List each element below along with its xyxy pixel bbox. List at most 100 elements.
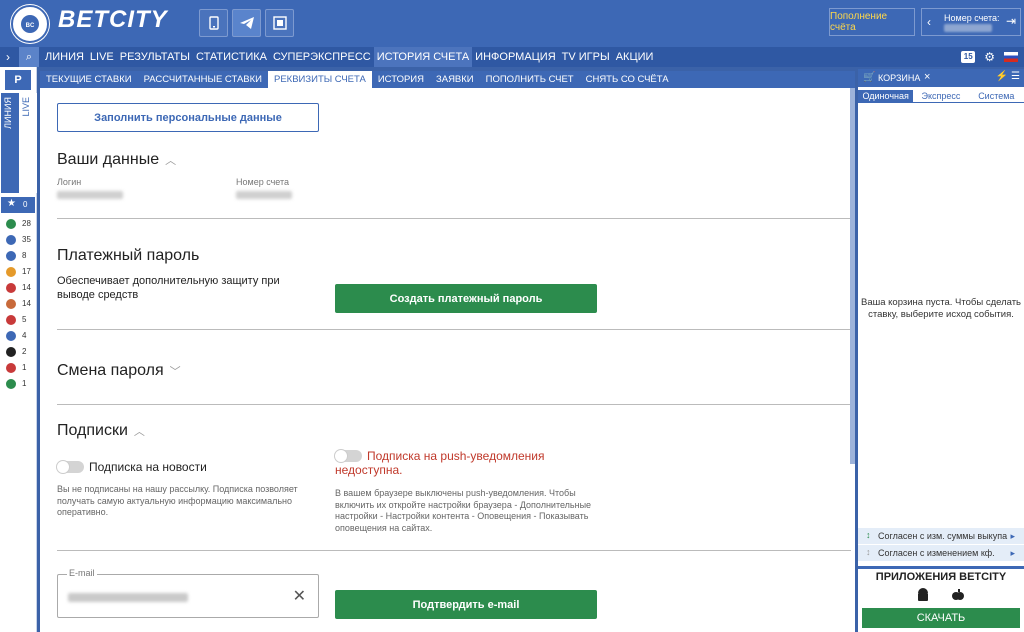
change-password-heading[interactable]: Смена пароля ﹀ (57, 362, 181, 380)
favorites-count: 0 (23, 200, 28, 209)
nav-item-5[interactable]: ИСТОРИЯ СЧЕТА (373, 47, 473, 67)
p-tab[interactable]: P (5, 70, 31, 90)
gear-icon[interactable]: ⚙ (984, 50, 995, 64)
sport-item[interactable]: 35 (0, 232, 36, 248)
nav-item-6[interactable]: ИНФОРМАЦИЯ (472, 47, 558, 67)
tab-live[interactable]: LIVE (19, 93, 37, 193)
apple-icon[interactable] (951, 588, 965, 605)
sport-item[interactable]: 8 (0, 248, 36, 264)
subnav-tab-4[interactable]: ЗАЯВКИ (430, 71, 480, 88)
payment-password-heading: Платежный пароль (57, 247, 200, 264)
logout-icon[interactable]: ⇥ (1006, 14, 1016, 28)
subnav-tab-3[interactable]: ИСТОРИЯ (372, 71, 430, 88)
sport-count: 1 (22, 379, 27, 388)
agree-odds-change[interactable]: ↕ Согласен с изменением кф. ▸ (858, 545, 1024, 561)
cart-tabs: Одиночная Экспресс Система (858, 90, 1024, 103)
sport-item[interactable]: 2 (0, 344, 36, 360)
nav-item-4[interactable]: СУПЕРЭКСПРЕСС (270, 47, 374, 67)
news-subscription-desc: Вы не подписаны на нашу рассылку. Подпис… (57, 484, 298, 517)
email-value-redacted (68, 593, 188, 602)
divider (57, 404, 851, 405)
nav-right: 15 ⚙ (961, 50, 1018, 64)
download-button[interactable]: СКАЧАТЬ (862, 608, 1020, 628)
clear-icon[interactable]: ✕ (293, 586, 306, 606)
account-number-value-redacted (236, 191, 292, 199)
search-icon[interactable]: ⌕ (19, 47, 39, 67)
sport-count: 14 (22, 283, 31, 292)
sport-item[interactable]: 17 (0, 264, 36, 280)
topup-button[interactable]: Пополнение счёта (829, 8, 915, 36)
email-field[interactable]: E-mail ✕ (57, 568, 319, 618)
subscriptions-heading[interactable]: Подписки ︿ (57, 422, 145, 440)
sport-count: 1 (22, 363, 27, 372)
subnav-tab-1[interactable]: РАССЧИТАННЫЕ СТАВКИ (138, 71, 268, 88)
sport-item[interactable]: 14 (0, 280, 36, 296)
sport-item[interactable]: 28 (0, 216, 36, 232)
sport-count: 5 (22, 315, 27, 324)
tennis-icon (6, 235, 16, 245)
your-data-heading[interactable]: Ваши данные ︿ (57, 151, 176, 169)
cart-header: 🛒 КОРЗИНА × ⚡ ☰ (858, 69, 1024, 87)
hockey-icon (6, 251, 16, 261)
sport-item[interactable]: 4 (0, 328, 36, 344)
empty-cart-message: Ваша корзина пуста. Чтобы сделать ставку… (860, 297, 1021, 320)
android-icon[interactable] (916, 588, 930, 605)
volleyball-icon (6, 299, 16, 309)
chevron-right-icon[interactable]: › (0, 47, 16, 67)
account-box[interactable]: ‹ Номер счета: ⇥ (921, 8, 1021, 36)
apps-promo: ПРИЛОЖЕНИЯ BETCITY СКАЧАТЬ (858, 566, 1024, 632)
svg-text:BC: BC (26, 23, 35, 29)
close-icon[interactable]: × (924, 71, 930, 83)
sport-item[interactable]: 14 (0, 296, 36, 312)
sport-count: 4 (22, 331, 27, 340)
chevron-left-icon[interactable]: ‹ (927, 15, 931, 29)
nav-item-8[interactable]: АКЦИИ (613, 47, 657, 67)
create-payment-password-button[interactable]: Создать платежный пароль (335, 284, 597, 313)
badminton-icon (6, 331, 16, 341)
sport-count: 14 (22, 299, 31, 308)
tab-line[interactable]: ЛИНИЯ (1, 93, 19, 193)
nav-item-1[interactable]: LIVE (87, 47, 117, 67)
mobile-icon[interactable] (199, 9, 228, 37)
confirm-email-button[interactable]: Подтвердить e-mail (335, 590, 597, 619)
cart-tab-1[interactable]: Экспресс (913, 90, 968, 102)
bet-slip: 🛒 КОРЗИНА × ⚡ ☰ Одиночная Экспресс Система… (858, 69, 1024, 632)
sport-count: 35 (22, 235, 31, 244)
nav-item-7[interactable]: TV ИГРЫ (559, 47, 613, 67)
calendar-badge[interactable]: 15 (961, 51, 976, 63)
subnav-tab-0[interactable]: ТЕКУЩИЕ СТАВКИ (40, 71, 138, 88)
cart-title: КОРЗИНА (878, 73, 921, 83)
sport-item[interactable]: 5 (0, 312, 36, 328)
left-sidebar: P ЛИНИЯ LIVE ★ 0 28 35 8 17 14 14 5 4 2 1 1 (0, 67, 37, 632)
brand-name[interactable]: BETCITY (58, 6, 168, 34)
settings-icon[interactable]: ⚡ ☰ (996, 71, 1020, 82)
scrollbar[interactable] (850, 88, 855, 464)
billiards-icon (6, 347, 16, 357)
fill-personal-data-button[interactable]: Заполнить персональные данные (57, 103, 319, 132)
cart-tab-0[interactable]: Одиночная (858, 90, 914, 102)
nav-item-0[interactable]: ЛИНИЯ (42, 47, 87, 67)
subnav-tab-2[interactable]: РЕКВИЗИТЫ СЧЕТА (268, 71, 372, 88)
telegram-icon[interactable] (232, 9, 261, 37)
sport-count: 8 (22, 251, 27, 260)
apps-title: ПРИЛОЖЕНИЯ BETCITY (875, 571, 1007, 583)
betcity-logo[interactable]: BC (10, 4, 50, 44)
nav-items: ЛИНИЯ LIVE РЕЗУЛЬТАТЫ СТАТИСТИКА СУПЕРЭКСПРЕ… (42, 47, 656, 67)
russia-flag-icon[interactable] (1004, 52, 1018, 62)
chevron-down-icon: ﹀ (169, 366, 181, 378)
soccer-icon (6, 219, 16, 229)
cart-tab-2[interactable]: Система (969, 90, 1024, 102)
login-label: Логин (57, 177, 82, 187)
cart-icon: 🛒 (863, 72, 876, 83)
chevron-up-icon: ︿ (165, 155, 177, 167)
tv-icon[interactable] (265, 9, 294, 37)
news-subscription-toggle[interactable] (56, 460, 84, 474)
nav-item-2[interactable]: РЕЗУЛЬТАТЫ (117, 47, 193, 67)
favorites-item[interactable]: ★ 0 (1, 197, 35, 213)
subnav-tab-5[interactable]: ПОПОЛНИТЬ СЧЕТ (480, 71, 580, 88)
sport-item[interactable]: 1 (0, 360, 36, 376)
subnav-tab-6[interactable]: СНЯТЬ СО СЧЁТА (580, 71, 675, 88)
agree-buyout-change[interactable]: ↕ Согласен с изм. суммы выкупа ▸ (858, 528, 1024, 544)
nav-item-3[interactable]: СТАТИСТИКА (193, 47, 270, 67)
sport-item[interactable]: 1 (0, 376, 36, 392)
